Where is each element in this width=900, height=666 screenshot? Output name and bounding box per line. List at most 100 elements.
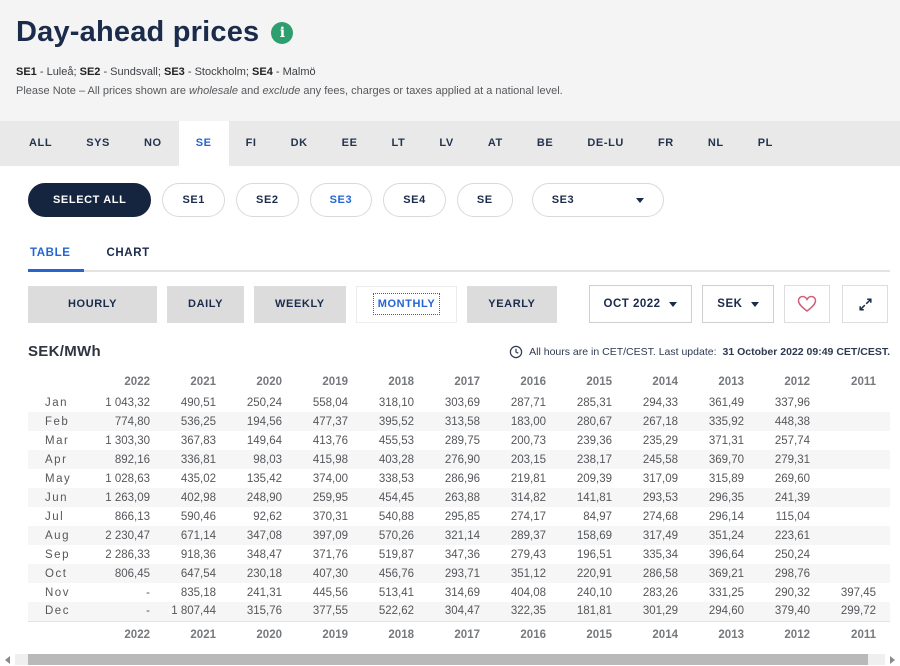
price-cell: 519,87 [362,545,428,564]
area-tab-ee[interactable]: EE [325,121,375,166]
price-table: 2022202120202019201820172016201520142013… [28,374,890,646]
table-row: Dec-1 807,44315,76377,55522,62304,47322,… [28,602,890,621]
area-tab-sys[interactable]: SYS [69,121,127,166]
period-buttons: HOURLY DAILY WEEKLY MONTHLY YEARLY [28,286,557,323]
price-cell: 774,80 [98,412,164,431]
area-tabbar: ALLSYSNOSEFIDKEELTLVATBEDE-LUFRNLPL [0,121,900,166]
month-column-footer [28,621,98,646]
scroll-right-arrow[interactable] [888,655,897,664]
table-row: Jul866,13590,4692,62370,31540,88295,8527… [28,507,890,526]
period-button-label: YEARLY [488,298,535,310]
period-button-daily[interactable]: DAILY [167,286,244,323]
region-pill-se1[interactable]: SE1 [162,183,225,217]
region-pills: SE1 SE2 SE3 SE4 SE [162,183,512,217]
price-cell: 407,30 [296,564,362,583]
period-button-weekly[interactable]: WEEKLY [254,286,346,323]
price-cell: 1 043,32 [98,393,164,412]
price-cell [824,526,890,545]
currency-select[interactable]: SEK [702,285,774,323]
year-column-header: 2014 [626,374,692,393]
price-cell: 196,51 [560,545,626,564]
price-cell: 337,96 [758,393,824,412]
price-cell: 348,47 [230,545,296,564]
area-tab-se[interactable]: SE [179,121,229,173]
scrollbar-track[interactable] [15,654,885,665]
price-cell: 269,60 [758,469,824,488]
month-select-value: OCT 2022 [604,298,661,310]
period-button-hourly[interactable]: HOURLY [28,286,157,323]
price-cell: 294,60 [692,602,758,621]
area-tab-fi[interactable]: FI [229,121,274,166]
area-tab-be[interactable]: BE [520,121,570,166]
month-cell: Apr [28,450,98,469]
area-tab-fr[interactable]: FR [641,121,691,166]
region-legend: SE1 - Luleå; SE2 - Sundsvall; SE3 - Stoc… [16,66,872,78]
select-all-button[interactable]: SELECT ALL [28,183,151,217]
update-note-time: 31 October 2022 09:49 CET/CEST. [723,346,891,358]
fullscreen-button[interactable] [842,285,888,323]
price-cell [824,507,890,526]
price-cell: 404,08 [494,583,560,602]
horizontal-scrollbar [3,653,897,666]
region-pill-se[interactable]: SE [457,183,513,217]
month-cell: Jul [28,507,98,526]
table-row: Mar1 303,30367,83149,64413,76455,53289,7… [28,431,890,450]
price-cell: 361,49 [692,393,758,412]
month-column-header [28,374,98,393]
note-segment: exclude [262,85,300,97]
price-cell: 371,31 [692,431,758,450]
price-cell: 317,49 [626,526,692,545]
region-pill-se4[interactable]: SE4 [383,183,446,217]
area-tab-dk[interactable]: DK [274,121,325,166]
tab-table[interactable]: TABLE [30,239,70,270]
price-cell: 397,09 [296,526,362,545]
area-tab-lv[interactable]: LV [422,121,470,166]
price-cell: 331,25 [692,583,758,602]
area-tab-no[interactable]: NO [127,121,179,166]
price-cell: 435,02 [164,469,230,488]
tab-chart[interactable]: CHART [106,239,149,270]
price-cell: 279,43 [494,545,560,564]
price-cell: 338,53 [362,469,428,488]
area-tab-lt[interactable]: LT [375,121,423,166]
view-tabs: TABLE CHART [30,239,890,272]
price-cell: 194,56 [230,412,296,431]
price-cell: 209,39 [560,469,626,488]
price-cell: 402,98 [164,488,230,507]
price-cell [824,412,890,431]
price-cell: 536,25 [164,412,230,431]
region-dropdown[interactable]: SE3 [532,183,664,217]
price-cell: 313,58 [428,412,494,431]
area-tab-all[interactable]: ALL [12,121,69,166]
unit-label: SEK/MWh [28,343,101,360]
period-button-yearly[interactable]: YEARLY [467,286,556,323]
area-tab-at[interactable]: AT [471,121,520,166]
year-column-footer: 2021 [164,621,230,646]
price-cell: 1 028,63 [98,469,164,488]
price-cell: 259,95 [296,488,362,507]
area-tab-de-lu[interactable]: DE-LU [570,121,641,166]
price-cell: 318,10 [362,393,428,412]
period-button-monthly[interactable]: MONTHLY [356,286,458,323]
price-cell: 1 303,30 [98,431,164,450]
region-pill-se3[interactable]: SE3 [310,183,373,217]
year-column-footer: 2015 [560,621,626,646]
table-row: Jun1 263,09402,98248,90259,95454,45263,8… [28,488,890,507]
month-select[interactable]: OCT 2022 [589,285,693,323]
price-cell: 92,62 [230,507,296,526]
price-cell: 347,36 [428,545,494,564]
scroll-left-arrow[interactable] [3,655,12,664]
area-tab-nl[interactable]: NL [691,121,741,166]
price-cell [824,564,890,583]
info-icon[interactable]: i [271,22,293,44]
scrollbar-thumb[interactable] [28,654,868,665]
favorite-button[interactable] [784,285,830,323]
note-segment: wholesale [189,85,238,97]
table-row: Nov-835,18241,31445,56513,41314,69404,08… [28,583,890,602]
price-cell: 413,76 [296,431,362,450]
area-tab-pl[interactable]: PL [741,121,790,166]
region-pill-se2[interactable]: SE2 [236,183,299,217]
price-cell [824,393,890,412]
price-cell: - [98,602,164,621]
period-button-label: HOURLY [68,298,117,310]
